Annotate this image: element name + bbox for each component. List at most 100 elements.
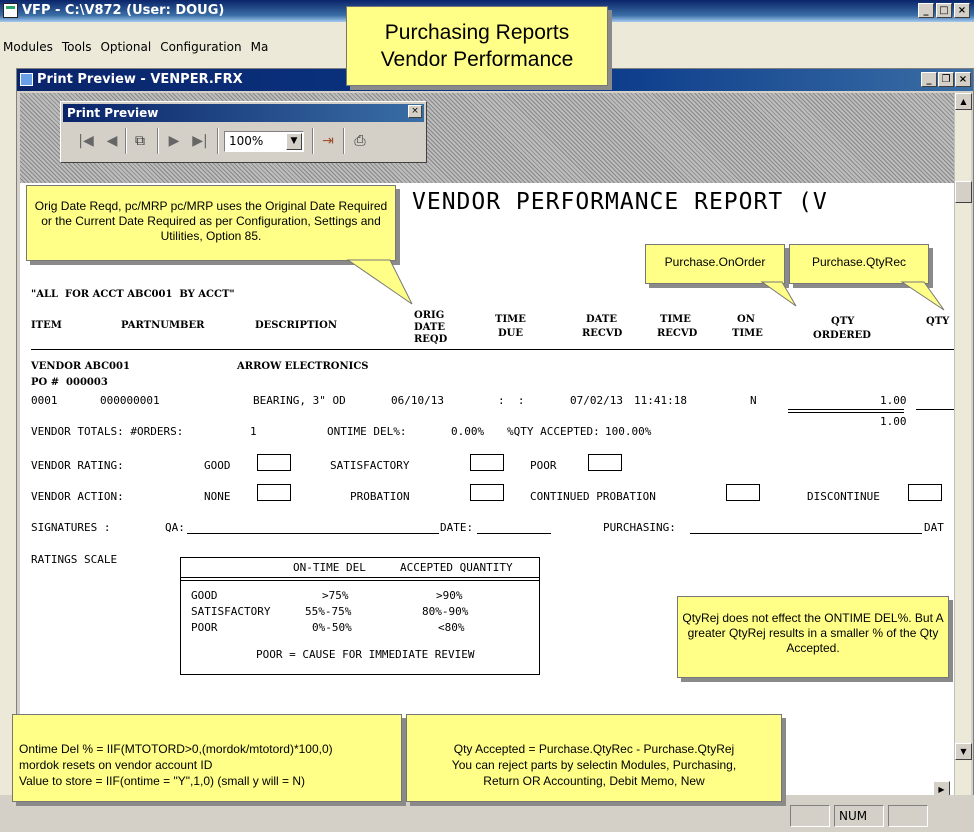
col-qty-extra: QTY [926, 316, 950, 327]
col-timedue-1: TIME [495, 314, 526, 325]
col-orig-3: REQD [414, 334, 448, 345]
totals-qty: 1.00 [880, 415, 907, 428]
col-qty-1: QTY [831, 316, 855, 327]
toolbar-title: Print Preview [67, 106, 159, 120]
vertical-scrollbar[interactable]: ▲ ▼ [954, 93, 972, 801]
col-daterecvd-2: RECVD [582, 328, 623, 339]
menu-configuration[interactable]: Configuration [160, 37, 241, 57]
next-page-icon[interactable]: ▶ [163, 130, 185, 152]
close-preview-icon[interactable]: ⇥ [317, 130, 339, 152]
go-to-page-icon[interactable]: ⧉ [129, 130, 151, 152]
window-controls: _ □ × [918, 3, 970, 18]
sig-qa: QA: [165, 521, 185, 534]
callout-ontime-formula: Ontime Del % = IIF(MTOTORD>0,(mordok/mto… [12, 714, 402, 802]
scale-col2: ACCEPTED QUANTITY [400, 561, 513, 574]
rating-good-box[interactable] [257, 454, 291, 471]
vendor-name: ARROW ELECTRONICS [237, 361, 369, 372]
menu-tools[interactable]: Tools [62, 37, 92, 57]
toolbar-separator [125, 128, 127, 154]
sig-purchasing-line [690, 533, 922, 534]
ratings-scale-table: ON-TIME DEL ACCEPTED QUANTITY GOOD >75% … [180, 557, 540, 675]
maximize-button[interactable]: □ [936, 3, 952, 18]
callout-origdate: Orig Date Reqd, pc/MRP pc/MRP uses the O… [26, 185, 396, 261]
callout-pointer [900, 281, 945, 311]
col-timedue-2: DUE [498, 328, 524, 339]
rating-poor-box[interactable] [588, 454, 622, 471]
sig-dat: DAT [924, 521, 944, 534]
zoom-select[interactable]: 100% ▼ [224, 131, 304, 152]
action-discontinue-box[interactable] [908, 484, 942, 501]
scroll-thumb[interactable] [955, 181, 972, 203]
report-filter: "ALL FOR ACCT ABC001 BY ACCT" [31, 289, 235, 300]
col-partnumber: PARTNUMBER [121, 320, 205, 331]
action-continued-box[interactable] [726, 484, 760, 501]
header-rule [31, 349, 956, 350]
toolbar-separator [343, 128, 345, 154]
col-orig-2: DATE [414, 322, 445, 333]
callout-qtyrej: QtyRej does not effect the ONTIME DEL%. … [677, 596, 949, 678]
status-num: NUM [834, 805, 884, 827]
menu-modules[interactable]: Modules [3, 37, 53, 57]
col-timerecvd-2: RECVD [657, 328, 698, 339]
row-qty: 1.00 [880, 394, 907, 407]
rating-label: VENDOR RATING: [31, 459, 124, 472]
col-item: ITEM [31, 320, 62, 331]
totals-ontime-label: ONTIME DEL%: [327, 425, 407, 438]
scale-col1: ON-TIME DEL [293, 561, 366, 574]
child-restore-button[interactable]: ❐ [938, 72, 954, 87]
scale-row-accepted: 80%-90% [422, 605, 469, 618]
toolbar-close-icon[interactable]: × [408, 105, 422, 118]
callout-qtyrec: Purchase.QtyRec [789, 244, 929, 284]
rating-good: GOOD [204, 459, 231, 472]
scale-row-name: GOOD [191, 589, 218, 602]
sig-date-line [477, 533, 551, 534]
first-page-icon[interactable]: |◀ [75, 130, 97, 152]
print-icon[interactable]: ⎙ [349, 130, 371, 152]
scale-label: RATINGS SCALE [31, 553, 118, 566]
action-none-box[interactable] [257, 484, 291, 501]
scale-row-name: SATISFACTORY [191, 605, 271, 618]
toolbar-separator [157, 128, 159, 154]
toolbar-titlebar[interactable]: Print Preview [63, 104, 424, 122]
totals-orders: 1 [250, 425, 257, 438]
vendor-line: VENDOR ABC001 [31, 361, 130, 372]
col-timerecvd-1: TIME [660, 314, 691, 325]
status-pane-2 [888, 805, 928, 827]
child-title: Print Preview - VENPER.FRX [37, 72, 243, 87]
status-pane [790, 805, 830, 827]
totals-ontime: 0.00% [451, 425, 485, 438]
chevron-down-icon[interactable]: ▼ [286, 133, 302, 150]
totals-accepted: 100.00% [605, 425, 652, 438]
action-label: VENDOR ACTION: [31, 490, 124, 503]
minimize-button[interactable]: _ [918, 3, 934, 18]
scale-footer: POOR = CAUSE FOR IMMEDIATE REVIEW [256, 648, 475, 661]
scroll-down-icon[interactable]: ▼ [955, 743, 972, 760]
scroll-up-icon[interactable]: ▲ [955, 93, 972, 110]
scale-rule-2 [181, 580, 539, 581]
child-window-icon [20, 73, 33, 86]
col-qty-2: ORDERED [813, 330, 871, 341]
action-probation-box[interactable] [470, 484, 504, 501]
row-orig: 06/10/13 [391, 394, 444, 407]
child-minimize-button[interactable]: _ [921, 72, 937, 87]
rating-satisfactory-box[interactable] [470, 454, 504, 471]
close-button[interactable]: × [954, 3, 970, 18]
row-timedue: : : [498, 394, 525, 407]
rating-satisfactory: SATISFACTORY [330, 459, 410, 472]
col-daterecvd-1: DATE [586, 314, 617, 325]
zoom-value: 100% [229, 134, 264, 148]
prev-page-icon[interactable]: ◀ [101, 130, 123, 152]
qty-underline-2 [788, 412, 904, 413]
menu-optional[interactable]: Optional [100, 37, 151, 57]
qty-underline [788, 409, 904, 410]
row-daterecvd: 07/02/13 [570, 394, 623, 407]
rating-poor: POOR [530, 459, 557, 472]
last-page-icon[interactable]: ▶| [189, 130, 211, 152]
row-item: 0001 [31, 394, 58, 407]
toolbar-separator [312, 128, 314, 154]
scale-rule [181, 577, 539, 578]
sig-qa-line [187, 533, 439, 534]
child-close-button[interactable]: × [955, 72, 971, 87]
app-icon [3, 3, 18, 18]
menu-ma[interactable]: Ma [251, 37, 269, 57]
